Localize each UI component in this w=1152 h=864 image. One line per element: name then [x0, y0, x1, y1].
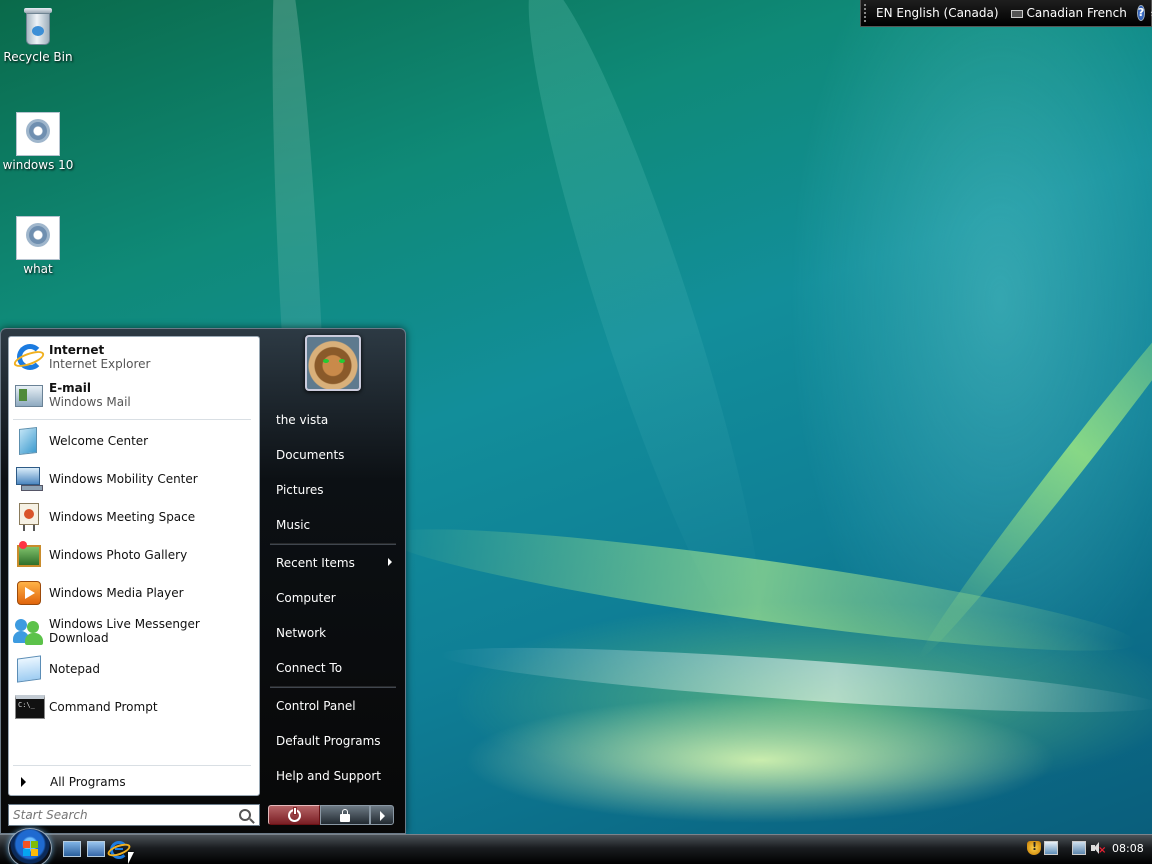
power-icon	[288, 808, 301, 822]
right-pane-separator	[270, 543, 396, 545]
recent-item-label: Welcome Center	[49, 434, 149, 448]
help-icon[interactable]: ?	[1136, 5, 1146, 21]
arrow-right-icon	[380, 811, 385, 821]
messenger-icon	[13, 615, 45, 647]
windows-logo-icon	[23, 841, 39, 857]
language-bar[interactable]: EN English (Canada) Canadian French ? ▁▾	[860, 0, 1152, 27]
start-right-item-pictures[interactable]: Pictures	[270, 475, 398, 505]
lock-button[interactable]	[320, 805, 370, 825]
start-right-item-help-and-support[interactable]: Help and Support	[270, 761, 398, 791]
pinned-item-subtitle: Windows Mail	[49, 395, 131, 409]
wallpaper-streak	[379, 507, 1141, 673]
sidebar-icon[interactable]	[1044, 841, 1058, 855]
switch-windows-icon[interactable]	[87, 841, 105, 857]
language-bar-grip[interactable]	[864, 4, 866, 22]
desktop-icon-what[interactable]: what	[0, 216, 76, 276]
welcome-center-icon	[13, 425, 45, 457]
network-icon[interactable]	[1072, 841, 1086, 855]
search-icon[interactable]	[239, 809, 251, 821]
arrow-right-icon	[21, 777, 26, 787]
notepad-icon	[13, 653, 45, 685]
start-right-item-documents[interactable]: Documents	[270, 440, 398, 470]
keyboard-layout-button[interactable]: Canadian French	[1005, 6, 1133, 20]
power-button[interactable]	[268, 805, 320, 825]
all-programs-separator	[13, 765, 251, 766]
settings-file-icon	[16, 112, 60, 156]
mouse-cursor-icon	[128, 852, 134, 864]
settings-file-icon	[16, 216, 60, 260]
input-language-button[interactable]: EN English (Canada)	[870, 6, 1005, 20]
photo-gallery-icon	[13, 539, 45, 571]
start-right-item-music[interactable]: Music	[270, 510, 398, 540]
desktop-icon-windows-10[interactable]: windows 10	[0, 112, 76, 172]
recent-item-label: Notepad	[49, 662, 100, 676]
pinned-item-title: Internet	[49, 343, 105, 357]
right-pane-separator	[270, 686, 396, 688]
pinned-item-title: E-mail	[49, 381, 92, 395]
media-player-icon	[13, 577, 45, 609]
recent-item-messenger[interactable]: Windows Live Messenger Download	[13, 613, 257, 649]
internet-explorer-quicklaunch-icon[interactable]	[106, 841, 132, 859]
taskbar	[0, 834, 1152, 864]
start-right-item-network[interactable]: Network	[270, 618, 398, 648]
shutdown-options-button[interactable]	[370, 805, 394, 825]
recent-item-label: Windows Media Player	[49, 586, 184, 600]
show-desktop-icon[interactable]	[63, 841, 81, 857]
wallpaper-streak	[909, 240, 1152, 666]
recent-item-command-prompt[interactable]: C:\_ Command Prompt	[13, 689, 257, 725]
windows-mail-icon	[13, 379, 45, 411]
start-menu-programs-panel: Internet Internet Explorer E-mail Windows …	[8, 336, 260, 796]
keyboard-layout-label: Canadian French	[1026, 6, 1127, 20]
avatar-eye	[339, 359, 345, 363]
recent-item-label: Command Prompt	[49, 700, 158, 714]
desktop-icon-recycle-bin[interactable]: Recycle Bin	[0, 4, 76, 64]
all-programs-button[interactable]: All Programs	[13, 771, 257, 793]
taskbar-clock[interactable]: 08:08	[1112, 842, 1144, 855]
start-search-input[interactable]	[9, 808, 239, 822]
user-avatar[interactable]	[305, 335, 361, 391]
pinned-item-subtitle: Internet Explorer	[49, 357, 151, 371]
start-right-item-recent-items[interactable]: Recent Items	[270, 548, 398, 578]
recent-item-meeting-space[interactable]: Windows Meeting Space	[13, 499, 257, 535]
recent-item-photo-gallery[interactable]: Windows Photo Gallery	[13, 537, 257, 573]
start-right-item-user-folder[interactable]: the vista	[270, 405, 398, 435]
start-right-item-default-programs[interactable]: Default Programs	[270, 726, 398, 756]
keyboard-icon	[1010, 9, 1023, 18]
recycle-bin-icon	[16, 4, 60, 48]
recent-items-label: Recent Items	[276, 556, 355, 570]
volume-muted-icon[interactable]: ×	[1090, 841, 1106, 856]
recent-item-label: Windows Live Messenger Download	[49, 617, 200, 645]
start-right-item-computer[interactable]: Computer	[270, 583, 398, 613]
submenu-arrow-icon	[388, 558, 392, 566]
recent-item-media-player[interactable]: Windows Media Player	[13, 575, 257, 611]
recent-item-label: Windows Mobility Center	[49, 472, 198, 486]
meeting-space-icon	[13, 501, 45, 533]
internet-explorer-icon	[11, 341, 47, 373]
start-right-item-control-panel[interactable]: Control Panel	[270, 691, 398, 721]
lock-icon	[340, 809, 350, 822]
command-prompt-icon: C:\_	[13, 691, 45, 723]
recent-item-mobility-center[interactable]: Windows Mobility Center	[13, 461, 257, 497]
desktop-icon-label: what	[23, 262, 53, 276]
pinned-separator	[13, 419, 251, 420]
desktop-icon-label: windows 10	[2, 158, 74, 172]
recent-item-notepad[interactable]: Notepad	[13, 651, 257, 687]
wallpaper-streak	[439, 634, 1152, 726]
all-programs-label: All Programs	[50, 775, 126, 789]
recent-item-welcome-center[interactable]: Welcome Center	[13, 423, 257, 459]
pinned-item-internet[interactable]: Internet Internet Explorer	[11, 339, 257, 375]
recent-item-label: Windows Photo Gallery	[49, 548, 188, 562]
start-right-item-connect-to[interactable]: Connect To	[270, 653, 398, 683]
recent-item-label: Windows Meeting Space	[49, 510, 196, 524]
start-search-box[interactable]	[8, 804, 260, 826]
desktop-icon-label: Recycle Bin	[3, 50, 73, 64]
start-button[interactable]	[8, 828, 52, 864]
system-tray: × 08:08	[1020, 836, 1152, 862]
security-shield-icon[interactable]	[1027, 840, 1041, 855]
avatar-eye	[323, 359, 329, 363]
pinned-item-email[interactable]: E-mail Windows Mail	[13, 377, 257, 413]
mobility-center-icon	[13, 463, 45, 495]
wallpaper-streak	[494, 0, 796, 657]
